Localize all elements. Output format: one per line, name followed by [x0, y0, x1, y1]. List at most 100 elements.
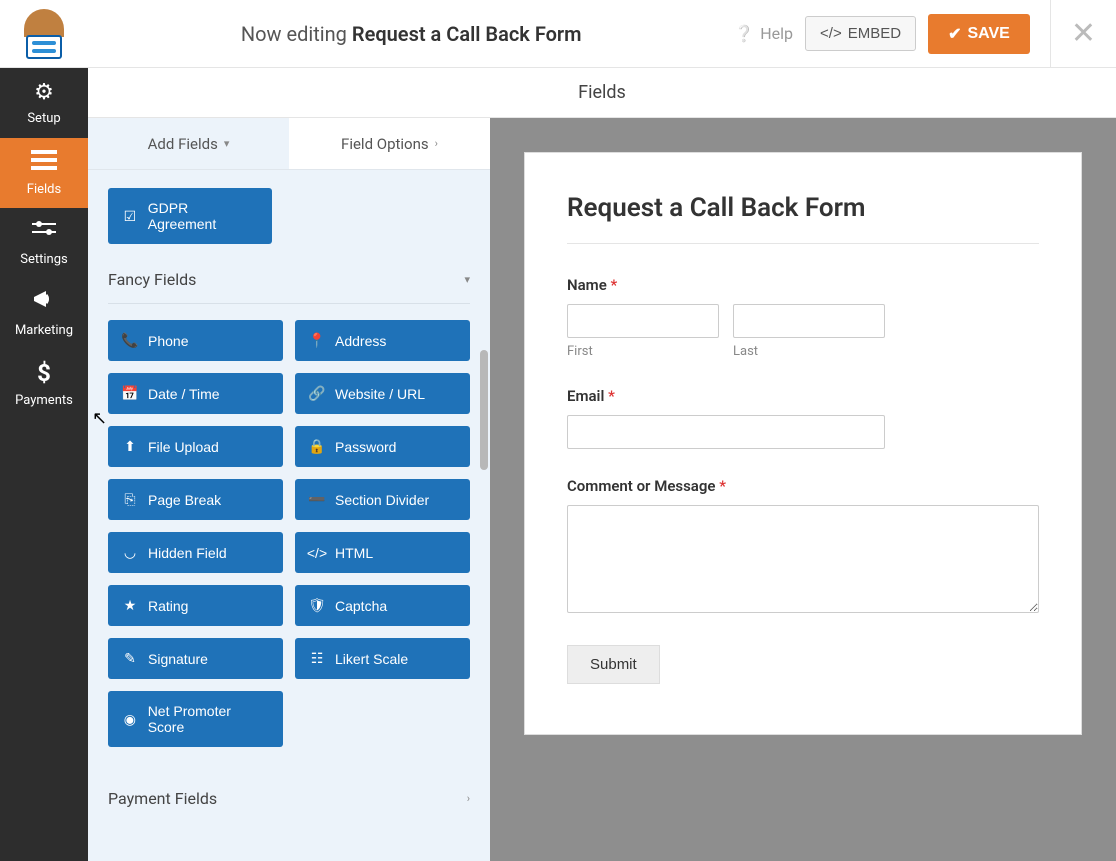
comment-label: Comment or Message * — [567, 477, 1039, 495]
close-button[interactable]: ✕ — [1051, 16, 1116, 51]
tab-field-options[interactable]: Field Options › — [289, 118, 490, 170]
field-icon: ☷ — [309, 650, 325, 667]
save-button[interactable]: ✔ SAVE — [928, 14, 1030, 54]
nav-setup[interactable]: ⚙ Setup — [0, 68, 88, 138]
side-nav: ⚙ Setup Fields Settings Marketing $ Paym… — [0, 68, 88, 861]
group-header-payment[interactable]: Payment Fields › — [108, 777, 470, 822]
top-bar: Now editing Request a Call Back Form ❔ H… — [0, 0, 1116, 68]
fields-panel: Add Fields ▾ Field Options › ☑ GDPR Agre… — [88, 118, 490, 861]
editing-title: Now editing Request a Call Back Form — [88, 22, 734, 46]
last-name-input[interactable] — [733, 304, 885, 338]
field-icon: 🔗 — [309, 385, 325, 402]
help-link[interactable]: ❔ Help — [734, 24, 793, 43]
field-icon: 📞 — [122, 332, 138, 349]
name-label: Name * — [567, 276, 1039, 294]
field-section-divider[interactable]: ➖Section Divider — [295, 479, 470, 520]
field-net-promoter-score[interactable]: ◉Net Promoter Score — [108, 691, 283, 747]
field-website-url[interactable]: 🔗 Website / URL — [295, 373, 470, 414]
tab-label: Field Options — [341, 135, 429, 153]
email-input[interactable] — [567, 415, 885, 449]
field-label: File Upload — [148, 439, 219, 455]
required-mark: * — [607, 276, 617, 294]
last-sublabel: Last — [733, 344, 885, 359]
form-title: Request a Call Back Form — [567, 193, 1039, 244]
required-mark: * — [715, 477, 725, 495]
field-likert-scale[interactable]: ☷ Likert Scale — [295, 638, 470, 679]
nav-marketing[interactable]: Marketing — [0, 278, 88, 348]
email-label: Email * — [567, 387, 1039, 405]
field-label: Address — [335, 333, 386, 349]
fancy-fields-grid: 📞 Phone 📍 Address 📅Date / Time 🔗 Website / URL… — [108, 320, 470, 747]
field-icon: </> — [309, 545, 325, 561]
list-icon — [31, 150, 57, 176]
field-icon: 📅 — [122, 385, 138, 402]
field-page-break[interactable]: ⎘ Page Break — [108, 479, 283, 520]
panel-title: Fields — [88, 68, 1116, 118]
field-label: HTML — [335, 545, 373, 561]
tab-label: Add Fields — [148, 135, 218, 153]
field-rating[interactable]: ★Rating — [108, 585, 283, 626]
save-label: SAVE — [967, 25, 1009, 43]
first-sublabel: First — [567, 344, 719, 359]
fields-scroll[interactable]: ☑ GDPR Agreement Fancy Fields ▾ 📞 Phone 📍 A… — [88, 170, 490, 861]
builder: Fields Add Fields ▾ Field Options › — [88, 68, 1116, 861]
field-icon: ★ — [122, 597, 138, 614]
gdpr-row: ☑ GDPR Agreement — [108, 188, 272, 244]
group-fancy: Fancy Fields ▾ 📞 Phone 📍 Address 📅Date / Tim… — [108, 258, 470, 747]
field-icon: ⬆ — [122, 438, 138, 455]
field-icon: 📍 — [309, 332, 325, 349]
nav-settings[interactable]: Settings — [0, 208, 88, 278]
main: ⚙ Setup Fields Settings Marketing $ Paym… — [0, 68, 1116, 861]
top-actions: ❔ Help </> EMBED ✔ SAVE — [734, 14, 1050, 54]
form-card[interactable]: Request a Call Back Form Name * First — [524, 152, 1082, 735]
nav-label: Fields — [27, 182, 61, 197]
nav-label: Setup — [27, 111, 60, 126]
tab-add-fields[interactable]: Add Fields ▾ — [88, 118, 289, 170]
name-first-col: First — [567, 304, 719, 359]
field-date-time[interactable]: 📅Date / Time — [108, 373, 283, 414]
field-icon: ✎ — [122, 650, 138, 667]
field-label: Phone — [148, 333, 188, 349]
field-password[interactable]: 🔒 Password — [295, 426, 470, 467]
submit-button[interactable]: Submit — [567, 645, 660, 684]
field-label: Signature — [148, 651, 208, 667]
group-payment: Payment Fields › — [108, 777, 470, 822]
nav-fields[interactable]: Fields — [0, 138, 88, 208]
field-label: Password — [335, 439, 396, 455]
field-phone[interactable]: 📞 Phone — [108, 320, 283, 361]
field-icon: 🛡 — [309, 597, 325, 614]
field-icon: 🔒 — [309, 438, 325, 455]
field-gdpr-agreement[interactable]: ☑ GDPR Agreement — [108, 188, 272, 244]
form-name: Request a Call Back Form — [352, 22, 582, 46]
field-captcha[interactable]: 🛡Captcha — [295, 585, 470, 626]
nav-payments[interactable]: $ Payments — [0, 348, 88, 418]
field-label: Website / URL — [335, 386, 425, 402]
check-square-icon: ☑ — [122, 208, 138, 225]
field-hidden-field[interactable]: ◡Hidden Field — [108, 532, 283, 573]
editing-prefix: Now editing — [241, 22, 352, 46]
first-name-input[interactable] — [567, 304, 719, 338]
field-label: Hidden Field — [148, 545, 227, 561]
field-label: Likert Scale — [335, 651, 408, 667]
gear-icon: ⚙ — [34, 80, 54, 105]
check-icon: ✔ — [948, 24, 961, 44]
comment-textarea[interactable] — [567, 505, 1039, 613]
field-address[interactable]: 📍 Address — [295, 320, 470, 361]
field-icon: ⎘ — [122, 491, 138, 508]
help-label: Help — [760, 24, 793, 43]
app-logo — [0, 0, 88, 68]
field-signature[interactable]: ✎ Signature — [108, 638, 283, 679]
name-last-col: Last — [733, 304, 885, 359]
field-name[interactable]: Name * First Last — [567, 276, 1039, 359]
field-html[interactable]: </> HTML — [295, 532, 470, 573]
field-comment[interactable]: Comment or Message * — [567, 477, 1039, 617]
field-email[interactable]: Email * — [567, 387, 1039, 449]
embed-button[interactable]: </> EMBED — [805, 16, 916, 51]
scrollbar[interactable] — [480, 350, 488, 470]
field-label: Page Break — [148, 492, 221, 508]
field-icon: ◉ — [122, 711, 138, 728]
field-file-upload[interactable]: ⬆ File Upload — [108, 426, 283, 467]
field-label: Section Divider — [335, 492, 429, 508]
group-header-fancy[interactable]: Fancy Fields ▾ — [108, 258, 470, 304]
field-label: GDPR Agreement — [148, 200, 258, 232]
